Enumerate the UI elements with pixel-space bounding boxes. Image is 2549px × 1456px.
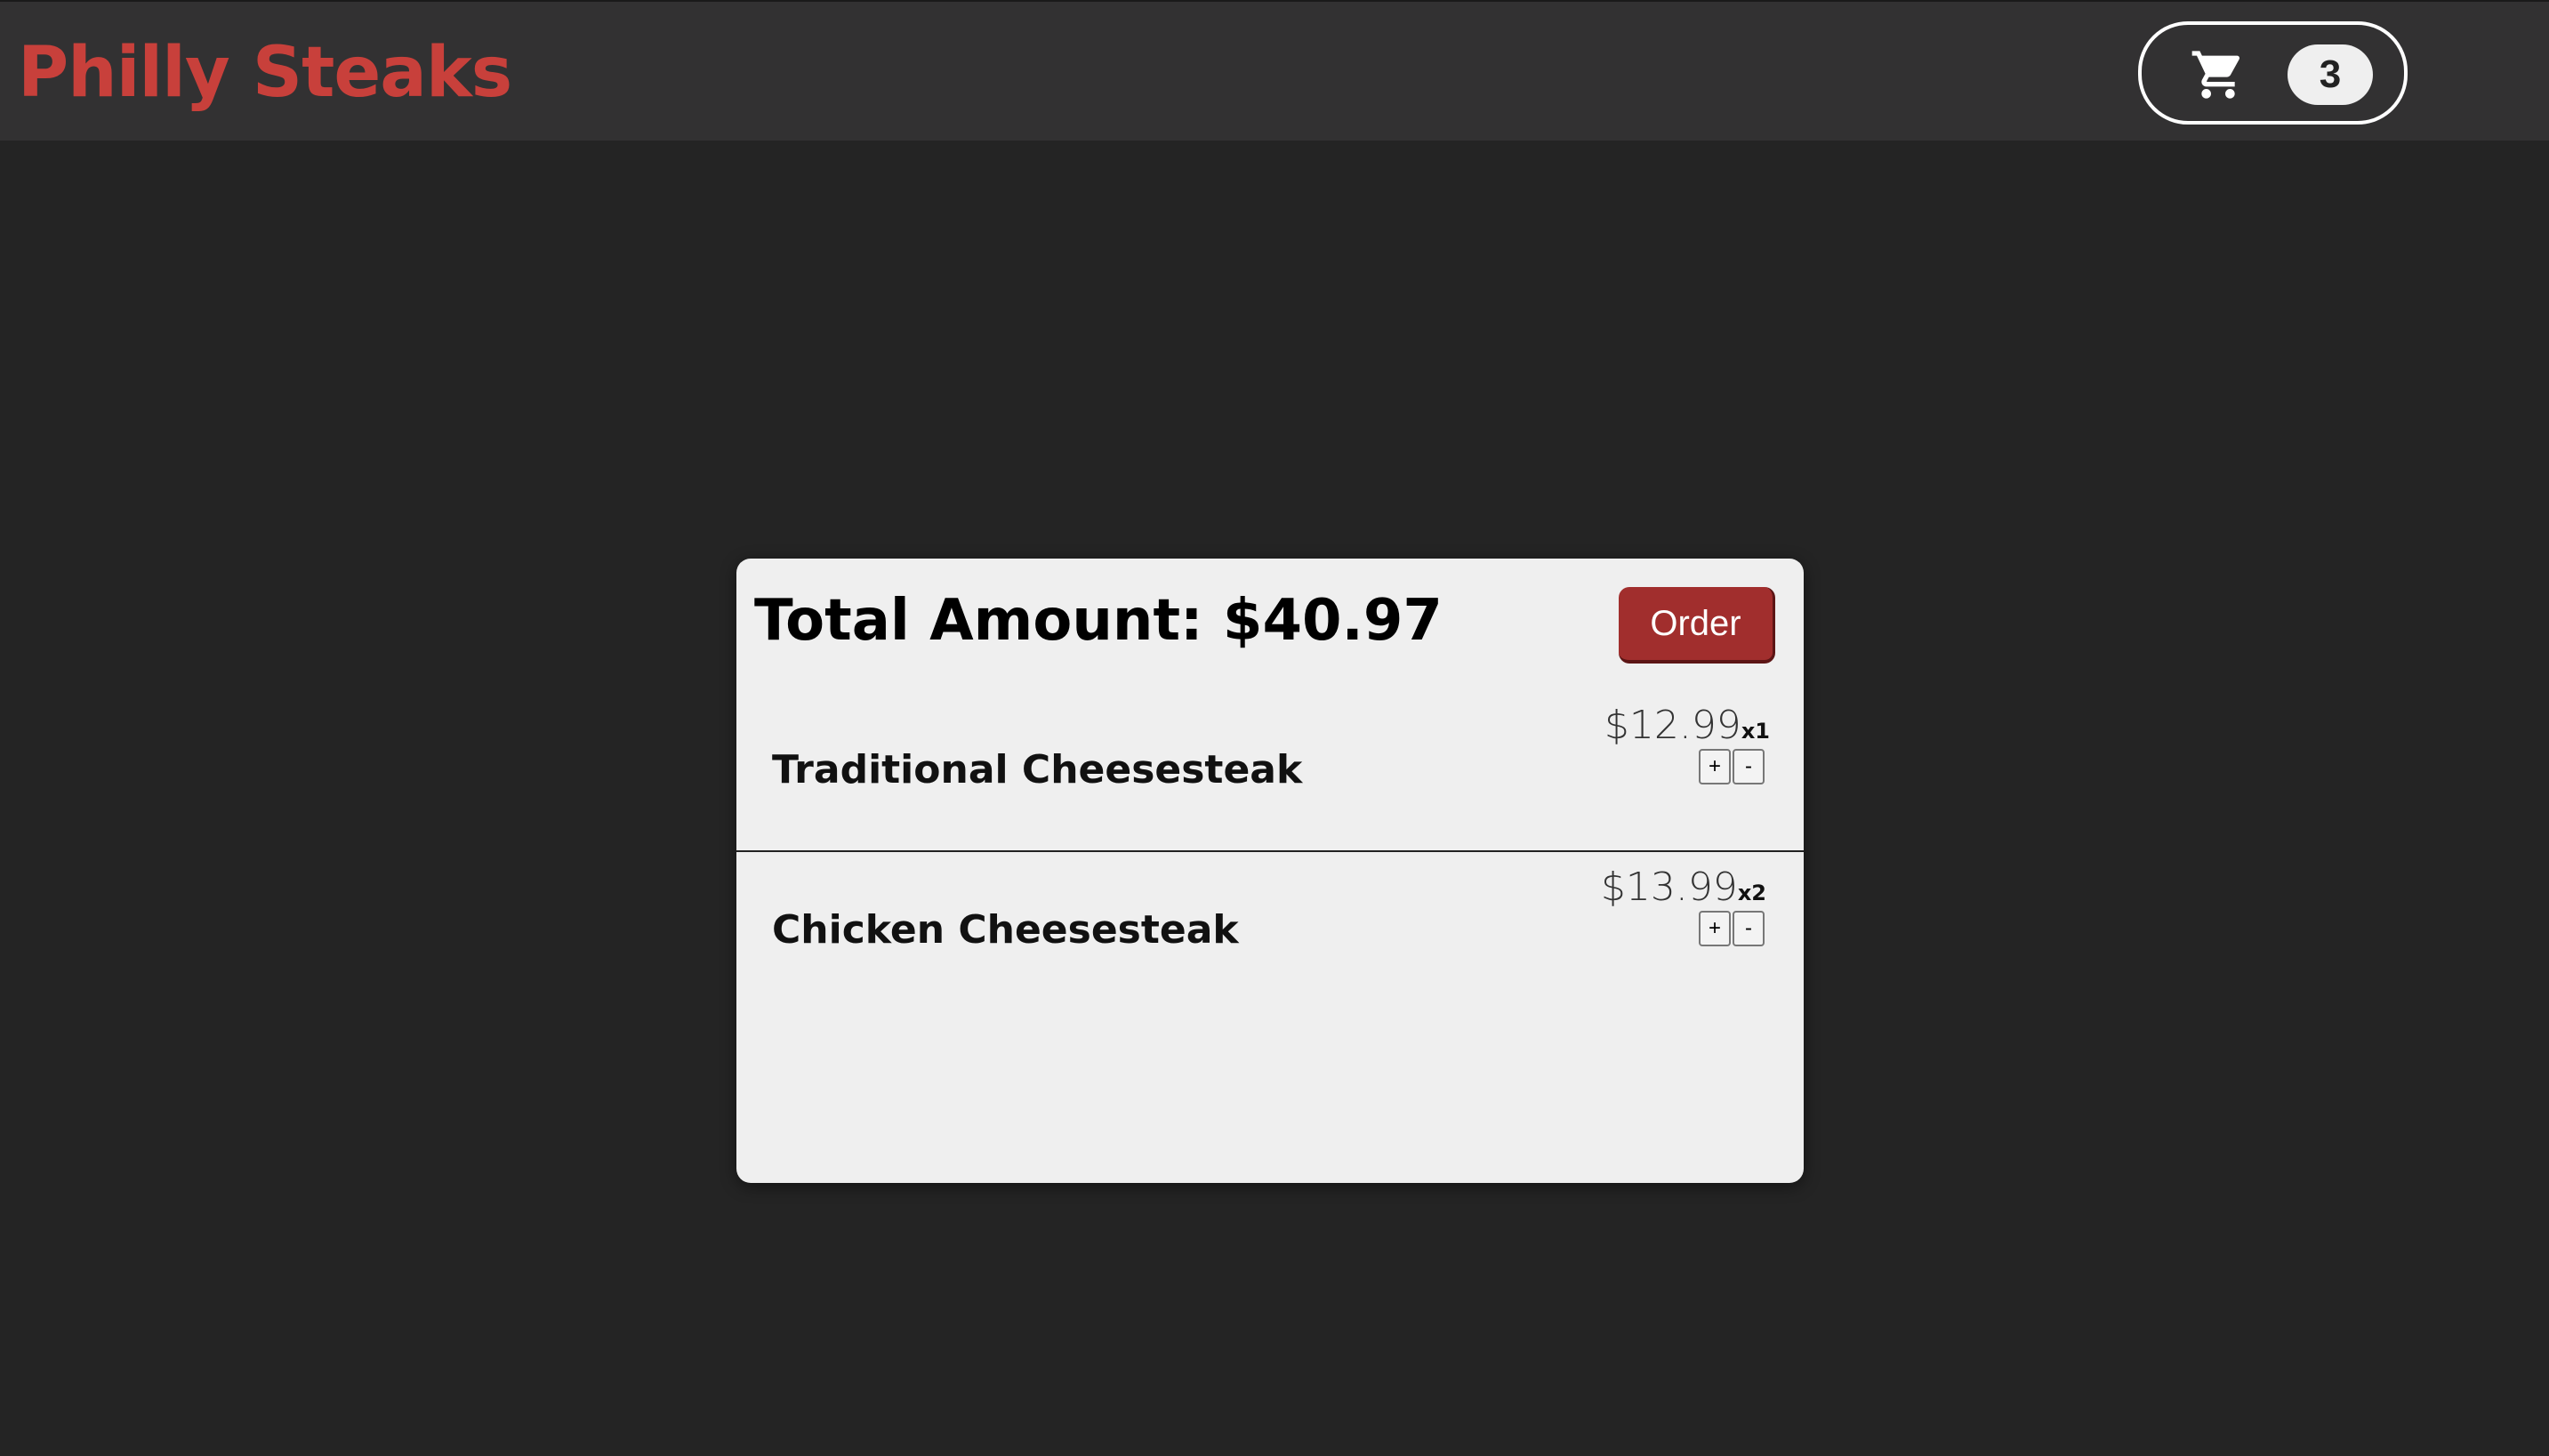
- cart-item-price: $13.99: [1600, 865, 1738, 910]
- shopping-cart-icon: [2191, 51, 2240, 99]
- cart-button[interactable]: 3: [2138, 21, 2408, 125]
- cart-count-badge: 3: [2288, 44, 2373, 105]
- decrement-button[interactable]: -: [1733, 911, 1765, 946]
- cart-item-name: Chicken Cheesesteak: [772, 907, 1239, 953]
- brand-logo-text[interactable]: Philly Steaks: [18, 28, 512, 117]
- quantity-controls: + -: [1699, 749, 1765, 784]
- increment-button[interactable]: +: [1699, 911, 1731, 946]
- cart-item-quantity: x1: [1741, 719, 1770, 744]
- cart-modal: Total Amount: $40.97 Order Traditional C…: [736, 559, 1804, 1183]
- cart-item: Traditional Cheesesteak $12.99x1 + -: [736, 692, 1804, 852]
- cart-item-price-block: $13.99x2: [1571, 863, 1766, 913]
- cart-item-name: Traditional Cheesesteak: [772, 747, 1303, 792]
- top-header: Philly Steaks 3: [0, 0, 2549, 141]
- increment-button[interactable]: +: [1699, 749, 1731, 784]
- order-button[interactable]: Order: [1619, 587, 1775, 664]
- cart-item-price: $12.99: [1604, 703, 1741, 748]
- decrement-button[interactable]: -: [1733, 749, 1765, 784]
- quantity-controls: + -: [1699, 911, 1765, 946]
- cart-item: Chicken Cheesesteak $13.99x2 + -: [736, 854, 1804, 1014]
- cart-item-price-block: $12.99x1: [1574, 701, 1770, 751]
- cart-item-quantity: x2: [1737, 881, 1766, 905]
- total-amount-heading: Total Amount: $40.97: [754, 588, 1443, 654]
